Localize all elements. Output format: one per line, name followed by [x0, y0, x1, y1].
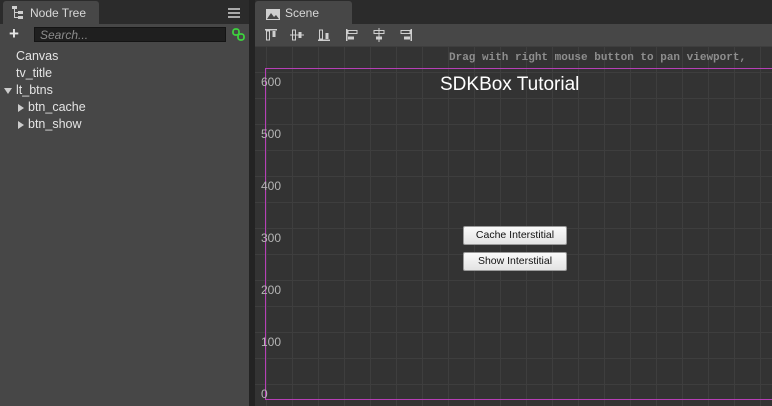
link-icon[interactable]: [232, 28, 245, 46]
align-toolbar: [255, 24, 772, 46]
scene-tab-label: Scene: [285, 6, 320, 20]
y-axis-tick: 200: [261, 283, 282, 297]
hamburger-menu-icon[interactable]: [228, 5, 240, 23]
collapse-arrow-icon[interactable]: [18, 104, 24, 112]
align-vcenter-icon[interactable]: [289, 27, 305, 43]
y-axis-tick: 300: [261, 231, 282, 245]
scene-panel: Scene Drag with right mouse button to pa…: [255, 0, 772, 406]
cache-interstitial-button[interactable]: Cache Interstitial: [463, 226, 567, 245]
node-tree-toolbar: +: [0, 24, 249, 46]
align-hcenter-icon[interactable]: [371, 27, 387, 43]
y-axis-tick: 100: [261, 335, 282, 349]
scene-tab[interactable]: Scene: [255, 1, 352, 24]
expand-arrow-icon[interactable]: [4, 88, 12, 94]
tree-item-tv-title[interactable]: tv_title: [16, 66, 52, 83]
scene-viewport[interactable]: Drag with right mouse button to pan view…: [255, 46, 772, 406]
tree-item-label: tv_title: [16, 66, 53, 80]
y-axis-tick: 0: [261, 387, 268, 401]
tree-item-label: btn_show: [28, 117, 82, 131]
search-input[interactable]: [34, 27, 226, 42]
tree-item-label: Canvas: [16, 49, 59, 63]
y-axis-tick: 600: [261, 75, 282, 89]
tree-item-canvas[interactable]: Canvas: [16, 49, 58, 66]
align-right-icon[interactable]: [398, 27, 414, 43]
collapse-arrow-icon[interactable]: [18, 121, 24, 129]
y-axis-tick: 400: [261, 179, 282, 193]
show-interstitial-button[interactable]: Show Interstitial: [463, 252, 567, 271]
viewport-hint: Drag with right mouse button to pan view…: [449, 52, 747, 64]
tree-item-label: lt_btns: [16, 83, 53, 97]
node-tree-tab[interactable]: Node Tree: [3, 1, 99, 24]
scene-title-label[interactable]: SDKBox Tutorial: [440, 74, 579, 96]
align-top-icon[interactable]: [263, 27, 279, 43]
hierarchy-icon: [11, 6, 25, 24]
scene-icon: [266, 7, 280, 25]
y-axis-tick: 500: [261, 127, 282, 141]
align-left-icon[interactable]: [344, 27, 360, 43]
scene-tabbar: Scene: [255, 0, 772, 24]
tree-item-label: btn_cache: [28, 100, 86, 114]
align-bottom-icon[interactable]: [316, 27, 332, 43]
node-tree-tabbar: Node Tree: [0, 0, 249, 24]
node-tree-tab-label: Node Tree: [30, 6, 87, 20]
node-tree-panel: Node Tree + Canvas tv_title l: [0, 0, 249, 406]
plus-icon[interactable]: +: [9, 25, 19, 43]
